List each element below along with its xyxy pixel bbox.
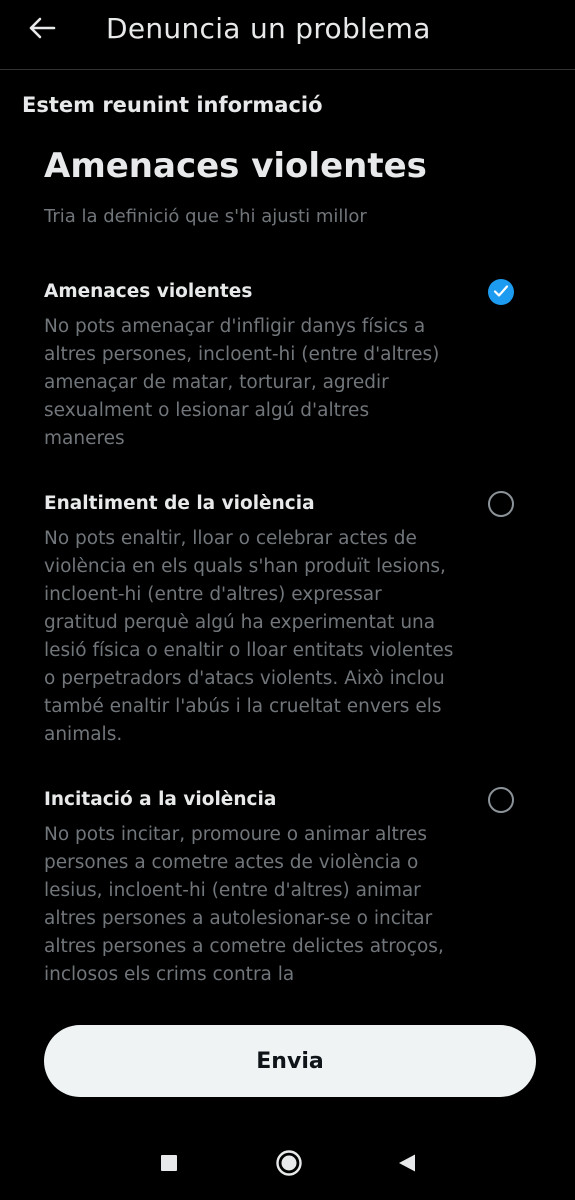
submit-button[interactable]: Envia [44, 1025, 536, 1097]
option-description: No pots incitar, promoure o animar altre… [44, 824, 444, 985]
back-button[interactable] [22, 10, 62, 50]
radio-unchecked[interactable] [488, 491, 514, 517]
option-violent-threats[interactable]: Amenaces violentes No pots amenaçar d'in… [44, 279, 544, 453]
header-title: Denuncia un problema [106, 12, 431, 45]
radio-checked[interactable] [488, 279, 514, 305]
checkmark-icon [493, 283, 509, 302]
arrow-left-icon [28, 16, 56, 44]
option-title: Amenaces violentes [44, 281, 253, 302]
recents-button[interactable] [149, 1150, 189, 1180]
page-subtitle: Tria la definició que s'hi ajusti millor [44, 206, 367, 227]
option-description: No pots enaltir, lloar o celebrar actes … [44, 528, 454, 745]
section-heading: Estem reunint informació [22, 93, 323, 117]
option-glorification-of-violence[interactable]: Enaltiment de la violència No pots enalt… [44, 491, 544, 749]
radio-unchecked[interactable] [488, 787, 514, 813]
option-title: Incitació a la violència [44, 789, 277, 810]
triangle-back-icon [397, 1153, 417, 1177]
system-navigation-bar [0, 1130, 575, 1200]
page-title: Amenaces violentes [44, 146, 427, 186]
circle-home-icon [275, 1149, 303, 1181]
system-back-button[interactable] [387, 1150, 427, 1180]
option-incitement-to-violence[interactable]: Incitació a la violència No pots incitar… [44, 787, 544, 987]
option-title: Enaltiment de la violència [44, 493, 315, 514]
top-app-bar: Denuncia un problema [0, 0, 575, 70]
home-button[interactable] [269, 1150, 309, 1180]
square-icon [160, 1154, 178, 1176]
option-description: No pots amenaçar d'infligir danys físics… [44, 316, 440, 449]
